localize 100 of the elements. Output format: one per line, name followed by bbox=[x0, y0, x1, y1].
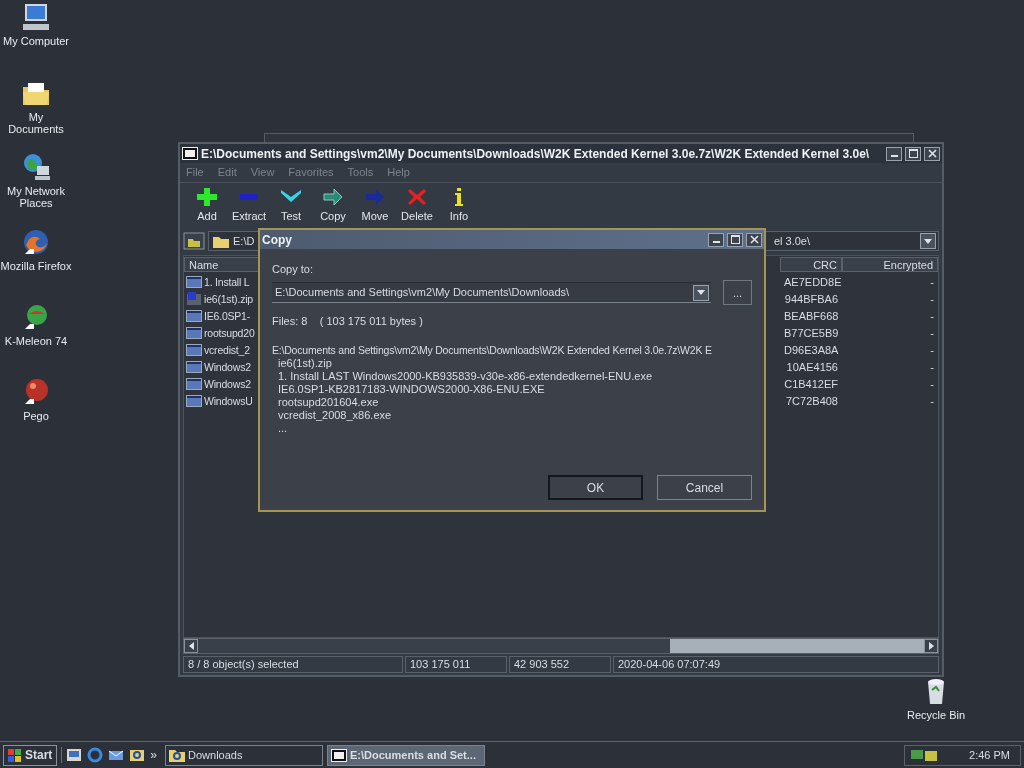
table-cell-text: - bbox=[929, 360, 935, 373]
taskbar-button[interactable]: E:\Documents and Set... bbox=[327, 744, 486, 766]
table-cell-text: D96E3A8A bbox=[783, 343, 840, 356]
browse-button[interactable]: ... bbox=[723, 280, 752, 305]
up-folder-icon[interactable] bbox=[183, 232, 205, 250]
table-cell-text: 944BFBA6 bbox=[783, 292, 839, 305]
file-name: 1. Install LAST Windows2000-KB935839-v30e-x86-extendedkernel-ENU.exe bbox=[277, 370, 653, 383]
plus-icon bbox=[196, 187, 218, 207]
right-arrow-icon bbox=[928, 642, 934, 650]
folder-search-icon bbox=[169, 748, 186, 762]
close-button[interactable] bbox=[924, 146, 940, 161]
file-name: ... bbox=[277, 422, 289, 435]
maximize-icon bbox=[730, 235, 740, 244]
clock: 2:46 PM bbox=[969, 749, 1010, 761]
app-logo-icon bbox=[182, 147, 198, 160]
table-cell-text: - bbox=[929, 309, 935, 322]
file-name[interactable]: vcredist_2 bbox=[204, 343, 250, 356]
desktop-icon-label[interactable]: K-Meleon 74 bbox=[4, 335, 68, 347]
search-icon[interactable] bbox=[129, 747, 146, 763]
file-name[interactable]: ie6(1st).zip bbox=[204, 292, 253, 305]
desktop-icon-label[interactable]: Pego bbox=[23, 410, 49, 422]
toolbar-button[interactable]: Extract bbox=[228, 187, 270, 227]
table-cell-text: 10AE4156 bbox=[785, 360, 839, 373]
status-text: 2020-04-06 07:07:49 bbox=[613, 656, 939, 673]
window-title: E:\Documents and Settings\vm2\My Documents\Downloads\W2K Extended Kernel 3.0e.7z\W2K Extended Kernel 3.0e\ bbox=[201, 146, 871, 161]
file-name: ie6(1st).zip bbox=[277, 357, 333, 370]
more-button[interactable]: » bbox=[150, 748, 158, 762]
file-name[interactable]: WindowsU bbox=[204, 394, 253, 407]
table-cell-text: 7C72B408 bbox=[785, 394, 839, 407]
program-file-icon bbox=[186, 308, 202, 323]
maximize-icon bbox=[908, 149, 918, 158]
table-cell-text: - bbox=[929, 275, 935, 288]
files-summary: Files: 8 ( 103 175 011 bytes ) bbox=[272, 315, 424, 328]
arrow-icon bbox=[322, 187, 344, 207]
program-file-icon bbox=[186, 359, 202, 374]
file-name[interactable]: IE6.0SP1- bbox=[204, 309, 251, 322]
close-icon bbox=[749, 235, 759, 244]
file-name[interactable]: rootsupd20 bbox=[204, 326, 255, 339]
toolbar-button[interactable]: Move bbox=[354, 187, 396, 227]
minimize-button[interactable] bbox=[708, 232, 724, 247]
status-text: 42 903 552 bbox=[509, 656, 611, 673]
table-cell-text: BEABF668 bbox=[783, 309, 840, 322]
browser-icon[interactable] bbox=[87, 747, 104, 763]
left-arrow-icon bbox=[188, 642, 194, 650]
table-cell-text: - bbox=[929, 292, 935, 305]
desktop-icon[interactable] bbox=[66, 747, 83, 763]
network-icon bbox=[21, 152, 51, 182]
minimize-icon bbox=[890, 154, 898, 157]
minimize-button[interactable] bbox=[886, 146, 902, 161]
close-button[interactable] bbox=[746, 232, 762, 247]
start-button[interactable]: Start bbox=[3, 744, 58, 766]
desktop-icon-label[interactable]: My Network Places bbox=[0, 185, 72, 209]
dropdown-button[interactable] bbox=[920, 233, 936, 249]
desktop-icon-label[interactable]: Mozilla Firefox bbox=[0, 260, 72, 272]
windows-logo-icon bbox=[8, 748, 22, 762]
table-cell-text: - bbox=[929, 394, 935, 407]
program-file-icon bbox=[186, 325, 202, 340]
status-text: 103 175 011 bbox=[405, 656, 507, 673]
toolbar-button[interactable]: Delete bbox=[396, 187, 438, 227]
firefox-icon bbox=[21, 227, 51, 257]
program-file-icon bbox=[186, 393, 202, 408]
field-label: Copy to: bbox=[272, 263, 314, 276]
program-file-icon bbox=[186, 376, 202, 391]
horizontal-scrollbar[interactable] bbox=[183, 638, 939, 654]
table-cell-text: B77CE5B9 bbox=[783, 326, 840, 339]
file-name[interactable]: Windows2 bbox=[204, 360, 251, 373]
table-cell-text: - bbox=[929, 343, 935, 356]
zip-file-icon bbox=[186, 291, 202, 306]
file-name[interactable]: 1. Install L bbox=[204, 275, 250, 288]
table-cell-text: - bbox=[929, 326, 935, 339]
destination-field[interactable]: E:\Documents and Settings\vm2\My Documents\Downloads\ bbox=[272, 282, 711, 303]
toolbar-button[interactable]: Add bbox=[186, 187, 228, 227]
toolbar-button[interactable]: Test bbox=[270, 187, 312, 227]
program-file-icon bbox=[186, 342, 202, 357]
column-header[interactable]: CRC bbox=[780, 257, 842, 272]
table-cell-text: - bbox=[929, 377, 935, 390]
maximize-button[interactable] bbox=[727, 232, 743, 247]
program-file-icon bbox=[186, 274, 202, 289]
desktop-icon-label[interactable]: My Documents bbox=[0, 111, 72, 135]
caret-icon bbox=[697, 290, 705, 295]
file-name: rootsupd201604.exe bbox=[277, 396, 380, 409]
desktop-icon-label[interactable]: My Computer bbox=[3, 35, 69, 47]
desktop-icon-label[interactable]: Recycle Bin bbox=[906, 709, 966, 721]
toolbar-button[interactable]: Copy bbox=[312, 187, 354, 227]
source-path: E:\Documents and Settings\vm2\My Documents\Downloads\W2K Extended Kernel 3.0e.7z\W2K E bbox=[272, 344, 713, 357]
dialog-button[interactable]: Cancel bbox=[657, 475, 752, 500]
network-tray-icon[interactable] bbox=[909, 747, 940, 763]
app-logo-icon bbox=[331, 748, 348, 762]
table-cell-text: AE7EDD8E bbox=[783, 275, 842, 288]
file-name: IE6.0SP1-KB2817183-WINDOWS2000-X86-ENU.EXE bbox=[277, 383, 546, 396]
toolbar-button[interactable]: Info bbox=[438, 187, 480, 227]
dialog-button[interactable]: OK bbox=[548, 475, 643, 500]
maximize-button[interactable] bbox=[905, 146, 921, 161]
column-header[interactable]: Encrypted bbox=[842, 257, 938, 272]
file-name[interactable]: Windows2 bbox=[204, 377, 251, 390]
dialog-title: Copy bbox=[262, 232, 293, 247]
cross-icon bbox=[406, 187, 428, 207]
status-text: 8 / 8 object(s) selected bbox=[183, 656, 403, 673]
close-icon bbox=[927, 149, 937, 158]
taskbar-button[interactable]: Downloads bbox=[165, 744, 324, 766]
